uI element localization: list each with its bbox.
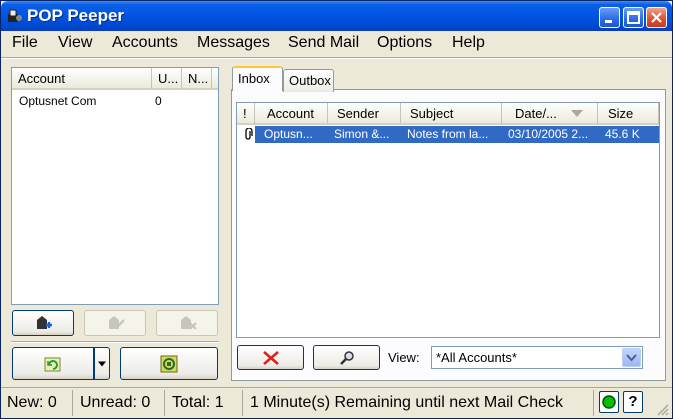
stop-icon — [160, 355, 178, 372]
column-header-sender[interactable]: Sender — [328, 103, 401, 124]
chevron-down-icon — [626, 354, 637, 362]
menu-help[interactable]: Help — [452, 34, 485, 52]
sort-down-icon — [571, 110, 583, 117]
menu-accounts[interactable]: Accounts — [112, 34, 178, 52]
chevron-down-icon — [98, 361, 106, 366]
column-header-account[interactable]: Account — [12, 68, 152, 89]
column-header-unread[interactable]: U... — [152, 68, 182, 89]
column-header-size[interactable]: Size — [598, 103, 659, 124]
view-select[interactable]: *All Accounts* — [431, 346, 643, 369]
status-bar: New: 0 Unread: 0 Total: 1 1 Minute(s) Re… — [1, 387, 672, 418]
tab-outbox[interactable]: Outbox — [283, 69, 334, 92]
help-button[interactable]: ? — [623, 391, 643, 413]
edit-account-button[interactable] — [84, 310, 146, 336]
column-header-account[interactable]: Account — [255, 103, 328, 124]
view-select-value: *All Accounts* — [436, 350, 517, 365]
message-sender: Simon &... — [334, 127, 390, 141]
delete-account-button[interactable] — [156, 310, 218, 336]
account-row-name[interactable]: Optusnet Com — [19, 94, 96, 108]
accounts-list-header: Account U... N... — [12, 68, 218, 90]
app-icon — [7, 8, 23, 24]
check-mail-dropdown[interactable] — [94, 347, 110, 380]
maximize-button[interactable] — [623, 7, 644, 28]
message-date: 03/10/2005 2... — [508, 127, 589, 141]
tab-inbox[interactable]: Inbox — [232, 66, 283, 91]
close-icon — [651, 12, 662, 23]
menu-view[interactable]: View — [58, 34, 92, 52]
window-title: POP Peeper — [27, 6, 125, 25]
status-led-icon — [602, 395, 616, 409]
status-total: Total: 1 — [166, 390, 243, 416]
account-row-unread: 0 — [155, 94, 162, 108]
column-header-date-label: Date/... — [515, 106, 557, 121]
find-icon — [339, 350, 354, 365]
close-button[interactable] — [646, 7, 667, 28]
menu-separator — [1, 57, 672, 59]
status-indicator-button[interactable] — [599, 391, 619, 413]
menu-file[interactable]: File — [12, 34, 38, 52]
title-bar[interactable]: POP Peeper — [1, 1, 672, 31]
menu-options[interactable]: Options — [377, 34, 432, 52]
attachment-icon — [245, 128, 253, 140]
minimize-button[interactable] — [599, 7, 620, 28]
minimize-icon — [605, 20, 612, 23]
find-message-button[interactable] — [313, 345, 380, 370]
view-select-arrow[interactable] — [622, 348, 641, 367]
stop-button[interactable] — [120, 347, 218, 380]
message-subject: Notes from la... — [407, 127, 489, 141]
delete-icon — [262, 350, 279, 365]
maximize-icon — [627, 11, 640, 24]
resize-grip-icon[interactable] — [657, 404, 669, 416]
left-panel-separator — [11, 341, 219, 343]
messages-list[interactable]: ! Account Sender Subject Date/... Size O… — [236, 102, 660, 338]
check-mail-icon — [44, 357, 61, 371]
column-header-date[interactable]: Date/... — [502, 103, 598, 124]
menu-bar: File View Accounts Messages Send Mail Op… — [1, 31, 672, 55]
message-account: Optusn... — [264, 127, 313, 141]
app-window: POP Peeper File View Accounts Messages S… — [0, 0, 673, 419]
messages-list-header: ! Account Sender Subject Date/... Size — [237, 103, 659, 125]
status-unread: Unread: 0 — [74, 390, 165, 416]
menu-messages[interactable]: Messages — [197, 34, 270, 52]
menu-send-mail[interactable]: Send Mail — [288, 34, 359, 52]
add-account-button[interactable] — [12, 310, 74, 336]
message-size: 45.6 K — [605, 127, 640, 141]
column-header-subject[interactable]: Subject — [401, 103, 502, 124]
column-header-flag[interactable]: ! — [237, 103, 255, 124]
delete-message-button[interactable] — [237, 345, 304, 370]
column-header-new[interactable]: N... — [182, 68, 212, 89]
edit-account-icon — [109, 316, 125, 329]
check-mail-button[interactable] — [12, 347, 94, 380]
status-new: New: 0 — [1, 390, 73, 416]
status-message: 1 Minute(s) Remaining until next Mail Ch… — [244, 390, 594, 416]
delete-account-icon — [181, 316, 197, 330]
add-account-icon — [37, 316, 52, 329]
view-label: View: — [388, 350, 420, 365]
accounts-list[interactable]: Account U... N... Optusnet Com 0 — [11, 67, 219, 305]
